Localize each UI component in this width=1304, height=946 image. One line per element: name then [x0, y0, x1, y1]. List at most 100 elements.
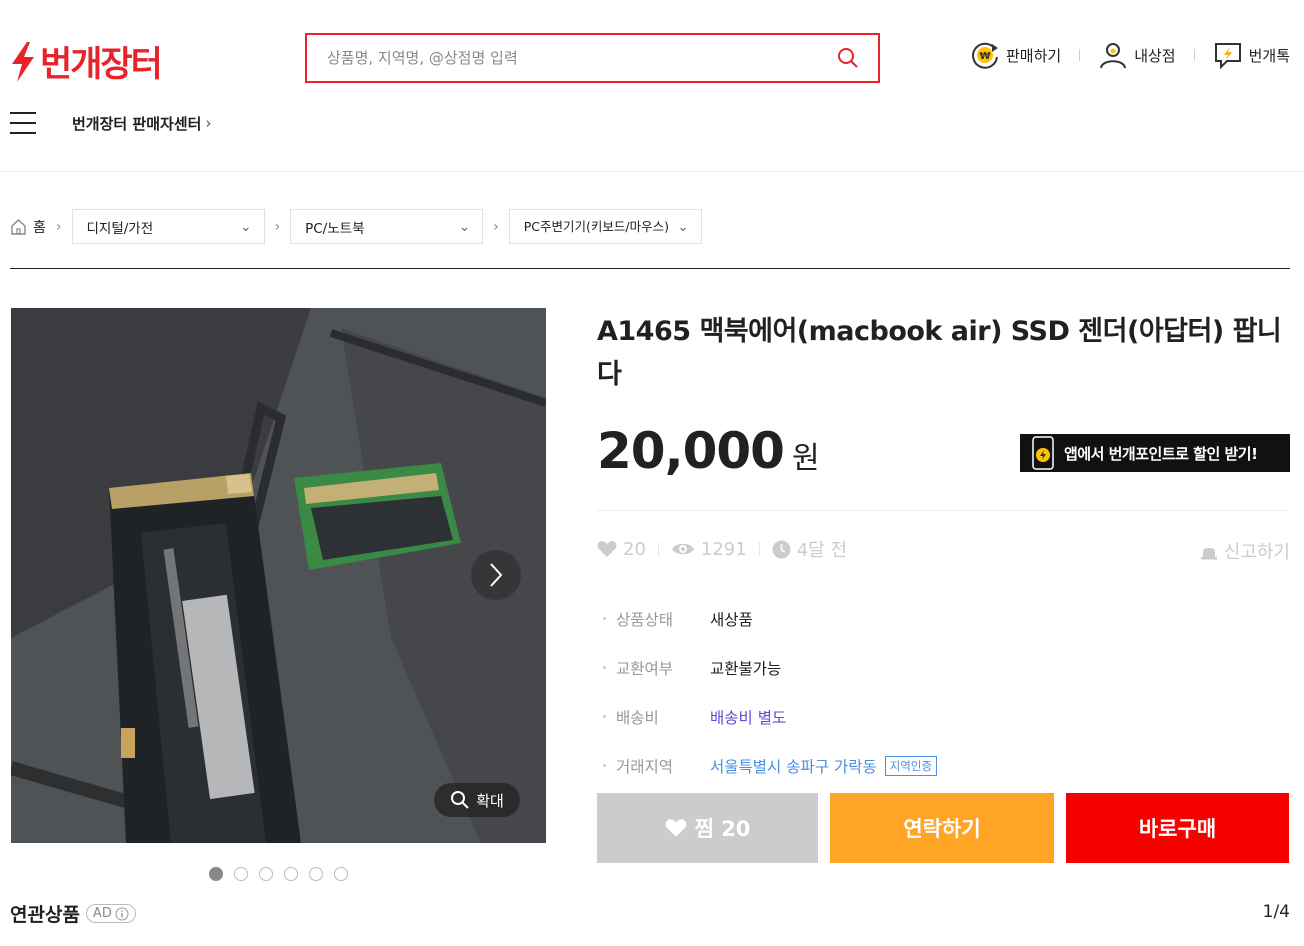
- sell-label: 판매하기: [1005, 46, 1062, 65]
- posted-time: 4달 전: [796, 540, 848, 561]
- buy-now-button[interactable]: 바로구매: [1066, 793, 1289, 863]
- home-label: 홈: [33, 219, 46, 236]
- stat-divider: [758, 542, 760, 556]
- pagination-dot[interactable]: [259, 867, 273, 881]
- heart-icon: [665, 819, 686, 837]
- views-count: 1291: [700, 538, 747, 560]
- report-button[interactable]: 신고하기: [1200, 538, 1290, 564]
- menu-divider: [1193, 49, 1195, 61]
- home-icon: [11, 219, 26, 235]
- pagination-dot[interactable]: [209, 867, 223, 881]
- like-button-label: 찜 20: [694, 817, 751, 841]
- sell-won-icon: ₩: [972, 42, 998, 69]
- clock-icon: [772, 540, 791, 558]
- eye-icon: [671, 543, 694, 555]
- price-divider: [597, 510, 1290, 511]
- detail-value: 새상품: [710, 610, 753, 629]
- talk-button[interactable]: 번개톡: [1213, 40, 1290, 70]
- price: 20,000 원: [597, 422, 820, 480]
- detail-label: 상품상태: [603, 608, 710, 630]
- category-select-3[interactable]: PC주변기기(키보드/마우스) ⌄: [508, 209, 702, 244]
- my-shop-label: 내상점: [1134, 46, 1176, 65]
- detail-row-shipping: 배송비 배송비 별도: [603, 692, 937, 741]
- likes-count: 20: [623, 538, 646, 560]
- buy-button-label: 바로구매: [1138, 817, 1217, 841]
- ad-badge[interactable]: AD: [85, 904, 136, 923]
- pagination-dot[interactable]: [284, 867, 298, 881]
- search-bar: [305, 33, 880, 83]
- detail-label: 거래지역: [603, 755, 710, 777]
- svg-text:₩: ₩: [979, 51, 990, 62]
- category-select-2[interactable]: PC/노트북 ⌄: [290, 209, 484, 244]
- my-shop-button[interactable]: 내상점: [1098, 40, 1176, 70]
- heart-icon: [597, 541, 617, 557]
- detail-row-condition: 상품상태 새상품: [603, 594, 937, 643]
- chevron-right-icon: [490, 563, 503, 587]
- siren-icon: [1200, 548, 1217, 560]
- product-details: 상품상태 새상품 교환여부 교환불가능 배송비 배송비 별도 거래지역 서울특별…: [603, 594, 938, 790]
- phone-coin-icon: [1032, 436, 1054, 470]
- category-3-label: PC주변기기(키보드/마우스): [523, 219, 669, 234]
- user-icon: [1100, 43, 1127, 69]
- chevron-down-icon: ⌄: [677, 218, 689, 235]
- product-image[interactable]: [11, 308, 546, 843]
- product-title: A1465 맥북에어(macbook air) SSD 젠더(아답터) 팝니다: [597, 316, 1282, 390]
- contact-button-label: 연락하기: [903, 817, 981, 841]
- logo-text: 번개장터: [40, 45, 163, 85]
- product-stats: 20 1291 4달 전: [597, 536, 847, 562]
- app-banner-label: 앱에서 번개포인트로 할인 받기!: [1064, 444, 1258, 463]
- like-button[interactable]: 찜 20: [597, 793, 818, 863]
- breadcrumb-home[interactable]: 홈: [10, 217, 46, 237]
- breadcrumb-divider: [10, 268, 1290, 269]
- logo[interactable]: 번개장터: [10, 36, 163, 87]
- lightning-icon: [12, 41, 34, 82]
- sell-button[interactable]: ₩ 판매하기: [970, 40, 1061, 70]
- pagination-dot[interactable]: [309, 867, 323, 881]
- detail-row-location: 거래지역 서울특별시 송파구 가락동 지역인증: [603, 741, 938, 790]
- location-value[interactable]: 서울특별시 송파구 가락동 지역인증: [710, 755, 938, 777]
- detail-label: 교환여부: [603, 657, 710, 679]
- search-icon[interactable]: [818, 35, 878, 81]
- search-input[interactable]: [307, 35, 818, 81]
- report-label: 신고하기: [1223, 542, 1290, 563]
- detail-row-exchange: 교환여부 교환불가능: [603, 643, 937, 692]
- related-products-header: 연관상품 AD: [10, 900, 136, 927]
- detail-value: 교환불가능: [710, 659, 782, 678]
- ad-label: AD: [92, 906, 112, 921]
- info-icon: [115, 907, 129, 920]
- seller-center-link[interactable]: 번개장터 판매자센터 ›: [72, 113, 211, 134]
- image-pagination-dots: [209, 867, 348, 881]
- product-photo-illustration: [11, 308, 546, 843]
- zoom-label: 확대: [476, 791, 504, 810]
- category-select-1[interactable]: 디지털/가전 ⌄: [71, 209, 265, 244]
- views-stat: 1291: [671, 539, 747, 560]
- chevron-right-icon: ›: [55, 218, 62, 235]
- price-unit: 원: [791, 441, 820, 476]
- contact-button[interactable]: 연락하기: [830, 793, 1054, 863]
- pagination-dot[interactable]: [334, 867, 348, 881]
- menu-row: 번개장터 판매자센터 ›: [10, 112, 211, 134]
- hamburger-menu-icon[interactable]: [10, 112, 36, 134]
- chevron-right-icon: ›: [274, 218, 281, 235]
- shipping-value: 배송비 별도: [710, 708, 787, 727]
- likes-stat: 20: [597, 539, 646, 560]
- category-1-label: 디지털/가전: [86, 220, 154, 237]
- related-title: 연관상품: [10, 904, 80, 926]
- detail-label: 배송비: [603, 706, 710, 728]
- app-point-banner[interactable]: 앱에서 번개포인트로 할인 받기!: [1020, 434, 1290, 472]
- top-menu: ₩ 판매하기 내상점 번개톡: [970, 40, 1290, 70]
- breadcrumb: 홈 › 디지털/가전 ⌄ › PC/노트북 ⌄ › PC주변기기(키보드/마우스…: [10, 209, 702, 244]
- chevron-down-icon: ⌄: [240, 218, 252, 235]
- pagination-dot[interactable]: [234, 867, 248, 881]
- chevron-right-icon: ›: [205, 114, 212, 132]
- chevron-down-icon: ⌄: [458, 218, 471, 235]
- magnifier-icon: [451, 791, 469, 809]
- time-stat: 4달 전: [772, 536, 847, 562]
- next-image-button[interactable]: [471, 550, 521, 600]
- header-divider: [0, 171, 1304, 172]
- seller-center-label: 번개장터 판매자센터: [72, 114, 202, 133]
- category-2-label: PC/노트북: [305, 220, 365, 237]
- chat-bolt-icon: [1214, 43, 1241, 70]
- zoom-button[interactable]: 확대: [434, 783, 520, 817]
- chevron-right-icon: ›: [493, 218, 499, 235]
